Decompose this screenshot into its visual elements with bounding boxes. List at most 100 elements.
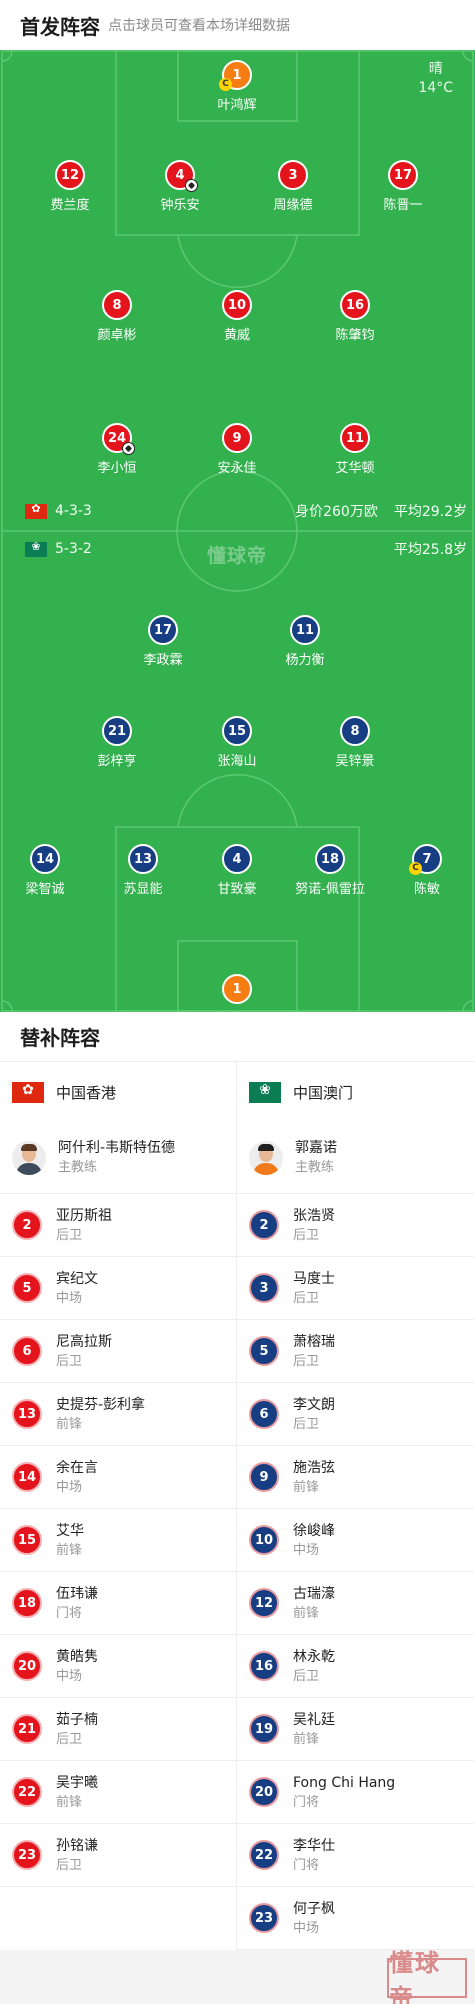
away-team-row: 5-3-2 平均25.8岁	[0, 538, 475, 560]
home-sub-row[interactable]: 14 余在言 中场	[0, 1446, 236, 1509]
away-sub-row[interactable]: 5 萧榕瑞 后卫	[237, 1320, 474, 1383]
away-sub-row[interactable]: 3 马度士 后卫	[237, 1257, 474, 1320]
home-sub-row[interactable]: 22 吴宇曦 前锋	[0, 1761, 236, 1824]
macau-flag-icon	[249, 1081, 281, 1103]
home-subs-list: 2 亚历斯祖 后卫 5 宾纪文 中场 6 尼高拉斯 后卫 13 史提芬-彭利拿 前锋 14 余在言 中场 15…	[0, 1194, 236, 1887]
away-sub-row[interactable]: 23 何子枫 中场	[237, 1887, 474, 1950]
sub-number-badge: 16	[249, 1651, 279, 1681]
sub-number-badge: 19	[249, 1714, 279, 1744]
home-player[interactable]: 8 颜卓彬	[62, 290, 172, 343]
away-coach-row[interactable]: 郭嘉诺 主教练	[237, 1122, 474, 1194]
away-team-header: 中国澳门	[237, 1062, 474, 1122]
home-sub-row[interactable]: 20 黄皓隽 中场	[0, 1635, 236, 1698]
sub-player-name: 孙铭谦	[56, 1837, 98, 1854]
player-name: 李小恒	[97, 461, 137, 476]
home-subs-column: 中国香港 阿什利-韦斯特伍德 主教练 2亚历斯祖后卫5宾纪文中场6尼高拉斯后卫1…	[0, 1062, 237, 1950]
away-sub-row[interactable]: 9 施浩弦 前锋	[237, 1446, 474, 1509]
weather-info: 晴 14°C	[418, 60, 453, 98]
away-sub-row[interactable]: 22 李华仕 门将	[237, 1824, 474, 1887]
home-coach-name: 阿什利-韦斯特伍德	[58, 1140, 176, 1156]
away-sub-row[interactable]: 16 林永乾 后卫	[237, 1635, 474, 1698]
away-average-age: 平均25.8岁	[393, 542, 467, 558]
sub-player-name: 李华仕	[293, 1837, 335, 1854]
away-sub-row[interactable]: 19 吴礼廷 前锋	[237, 1698, 474, 1761]
home-sub-row[interactable]: 15 艾华 前锋	[0, 1509, 236, 1572]
home-player[interactable]: 1 C 叶鸿辉	[182, 60, 292, 113]
home-sub-row[interactable]: 6 尼高拉斯 后卫	[0, 1320, 236, 1383]
player-name: 陈敏	[413, 882, 440, 897]
player-name: 努诺-佩雷拉	[295, 882, 365, 897]
home-player[interactable]: 9 安永佳	[182, 423, 292, 476]
away-sub-row[interactable]: 2 张浩贤 后卫	[237, 1194, 474, 1257]
home-player[interactable]: 17 陈晋一	[348, 160, 458, 213]
sub-player-name: 马度士	[293, 1270, 335, 1287]
home-coach-role: 主教练	[58, 1160, 98, 1175]
sub-player-position: 前锋	[56, 1542, 83, 1558]
away-sub-row[interactable]: 10 徐峻峰中场	[237, 1509, 474, 1572]
sub-player-position: 后卫	[293, 1353, 320, 1369]
home-player[interactable]: 24 李小恒	[62, 423, 172, 476]
sub-player-position: 中场	[293, 1542, 320, 1558]
sub-player-position: 前锋	[293, 1605, 320, 1621]
coach-avatar	[249, 1140, 283, 1175]
player-name: 李政霖	[143, 653, 183, 668]
sub-player-name: 何子枫	[293, 1900, 335, 1917]
home-player[interactable]: 16 陈肇钧	[300, 290, 410, 343]
player-number-badge: 15	[222, 716, 252, 746]
sub-number-badge: 22	[249, 1840, 279, 1870]
away-player[interactable]: 18 努诺-佩雷拉	[275, 844, 385, 897]
home-sub-row[interactable]: 18 伍玮谦 门将	[0, 1572, 236, 1635]
subs-body: 中国香港 阿什利-韦斯特伍德 主教练 2亚历斯祖后卫5宾纪文中场6尼高拉斯后卫1…	[0, 1062, 475, 1950]
home-sub-row[interactable]: 23 孙铭谦 后卫	[0, 1824, 236, 1887]
away-player[interactable]: 1 何文辉	[182, 974, 292, 1012]
player-name: 颜卓彬	[97, 328, 137, 343]
player-number-badge: 8	[340, 716, 370, 746]
away-player[interactable]: 15 张海山	[182, 716, 292, 769]
subs-title: 替补阵容	[20, 1026, 100, 1050]
player-number-badge: 1	[222, 974, 252, 1004]
sub-player-position: 后卫	[293, 1227, 320, 1243]
home-sub-row[interactable]: 5 宾纪文 中场	[0, 1257, 236, 1320]
sub-player-position: 后卫	[56, 1857, 83, 1873]
player-name: 杨力衡	[285, 653, 325, 668]
away-player[interactable]: 7 C 陈敏	[372, 844, 475, 897]
home-player[interactable]: 11 艾华顿	[300, 423, 410, 476]
sub-player-name: 萧榕瑞	[293, 1333, 335, 1350]
home-team-name: 中国香港	[56, 1083, 117, 1102]
sub-player-name: 伍玮谦	[56, 1585, 98, 1602]
sub-player-name: Fong Chi Hang	[293, 1774, 396, 1791]
player-name: 陈肇钧	[335, 328, 375, 343]
macau-flag-icon	[25, 540, 47, 557]
sub-number-badge: 6	[249, 1399, 279, 1429]
sub-player-name: 李文朗	[293, 1396, 335, 1413]
away-sub-row[interactable]: 20 Fong Chi Hang 门将	[237, 1761, 474, 1824]
home-player[interactable]: 4 钟乐安	[125, 160, 235, 213]
sub-number-badge: 2	[249, 1210, 279, 1240]
pitch: 晴 14°C 懂球帝 4-3-3 身价260万欧 平均29.2岁 5-3-2 平…	[0, 50, 475, 1012]
player-name: 张海山	[217, 754, 257, 769]
away-player[interactable]: 14 梁智诚	[0, 844, 100, 897]
sub-number-badge: 2	[12, 1210, 42, 1240]
home-player[interactable]: 3 周缘德	[238, 160, 348, 213]
home-sub-row[interactable]: 13 史提芬-彭利拿 前锋	[0, 1383, 236, 1446]
hong-kong-flag-icon	[12, 1081, 44, 1103]
home-average-age: 平均29.2岁	[393, 504, 467, 520]
player-name: 钟乐安	[160, 198, 200, 213]
away-sub-row[interactable]: 6 李文朗 后卫	[237, 1383, 474, 1446]
away-player[interactable]: 8 吴锌景	[300, 716, 410, 769]
player-number-badge: 7C	[409, 844, 442, 875]
home-coach-row[interactable]: 阿什利-韦斯特伍德 主教练	[0, 1122, 236, 1194]
sub-number-badge: 3	[249, 1273, 279, 1303]
home-player[interactable]: 10 黄威	[182, 290, 292, 343]
home-sub-row[interactable]: 21 茹子楠 后卫	[0, 1698, 236, 1761]
sub-number-badge: 10	[249, 1525, 279, 1555]
player-number-badge: 21	[102, 716, 132, 746]
weather-condition: 晴	[428, 61, 443, 77]
home-sub-row[interactable]: 2 亚历斯祖 后卫	[0, 1194, 236, 1257]
home-player[interactable]: 12 费兰度	[15, 160, 125, 213]
sub-player-name: 徐峻峰	[293, 1522, 335, 1539]
away-player[interactable]: 21 彭梓亨	[62, 716, 172, 769]
away-player[interactable]: 11 杨力衡	[250, 615, 360, 668]
away-sub-row[interactable]: 12 古瑞濠 前锋	[237, 1572, 474, 1635]
away-player[interactable]: 17 李政霖	[108, 615, 218, 668]
